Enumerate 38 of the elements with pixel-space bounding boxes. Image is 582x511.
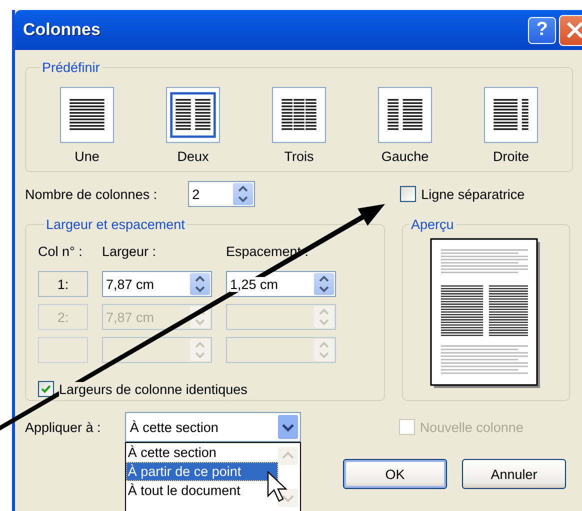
apply-to-dropdown[interactable]: À cette section	[124, 412, 301, 442]
columns-preset-icon[interactable]	[166, 87, 220, 143]
number-field[interactable]: 1,25 cm	[226, 271, 336, 297]
spin-button[interactable]	[233, 183, 254, 205]
group-title: Largeur et espacement	[45, 217, 186, 232]
checkbox-label: Ligne séparatrice	[421, 186, 525, 202]
preset-label: Gauche	[381, 149, 429, 164]
preset-label: Une	[74, 149, 100, 164]
columns-preset-icon[interactable]	[378, 87, 432, 143]
checkbox-label: Largeurs de colonne identiques	[59, 382, 248, 396]
column-number: 1:	[38, 271, 88, 297]
checkbox[interactable]	[38, 381, 54, 397]
help-button[interactable]: ?	[528, 16, 556, 44]
dropdown-option[interactable]: À partir de ce point	[126, 462, 278, 481]
checkbox-label: Nouvelle colonne	[420, 420, 524, 434]
preset-label: Deux	[177, 149, 209, 164]
close-icon[interactable]	[559, 14, 582, 46]
preset-label: Droite	[492, 149, 529, 164]
group-title: Aperçu	[410, 217, 455, 232]
dialog-button[interactable]: Annuler	[462, 459, 566, 489]
number-field[interactable]: 7,87 cm	[102, 271, 212, 297]
cursor-icon	[267, 470, 288, 502]
column-header: Largeur :	[102, 244, 158, 261]
columns-preset-icon[interactable]	[484, 87, 538, 143]
field-label: Nombre de colonnes :	[25, 186, 158, 202]
caret-icon	[278, 415, 298, 439]
column-header: Col n° :	[38, 244, 84, 261]
column-number: 2:	[38, 304, 88, 330]
columns-preset-icon[interactable]	[272, 87, 326, 143]
number-field[interactable]: 2	[188, 181, 256, 207]
preset-label: Trois	[284, 149, 314, 164]
window-title: Colonnes	[23, 20, 102, 40]
dropdown-option[interactable]: À cette section	[126, 443, 278, 462]
field-label: Appliquer à :	[25, 420, 101, 434]
columns-preset-icon[interactable]	[60, 87, 114, 143]
dialog-button[interactable]: OK	[343, 459, 447, 489]
checkbox[interactable]	[400, 186, 416, 202]
group-title: Prédéfinir	[41, 60, 101, 75]
